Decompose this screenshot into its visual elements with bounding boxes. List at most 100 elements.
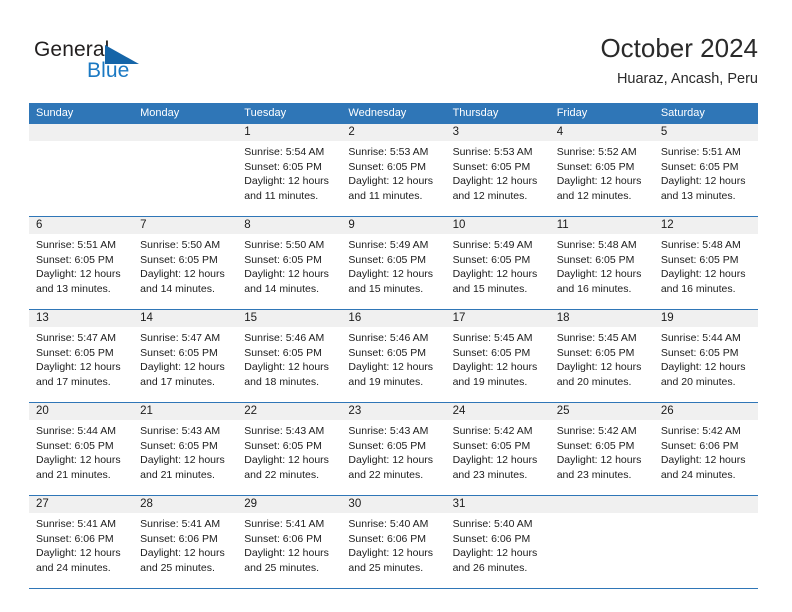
day-detail-line: Sunset: 6:05 PM bbox=[244, 253, 322, 266]
day-detail-line: Sunrise: 5:42 AM bbox=[556, 425, 637, 437]
day-details: Sunrise: 5:50 AM Sunset: 6:05 PM Daylight:… bbox=[133, 234, 237, 296]
calendar-day-cell[interactable]: 10 Sunrise: 5:49 AM Sunset: 6:05 PM Dayligh… bbox=[445, 216, 550, 310]
weekday-header-thursday: Thursday bbox=[445, 103, 550, 124]
day-number: 8 bbox=[237, 217, 342, 234]
calendar-day-cell[interactable]: 24 Sunrise: 5:42 AM Sunset: 6:05 PM Dayligh… bbox=[445, 402, 550, 496]
calendar-day-cell[interactable]: 18 Sunrise: 5:45 AM Sunset: 6:05 PM Dayligh… bbox=[549, 309, 654, 403]
calendar-day-cell[interactable]: 8 Sunrise: 5:50 AM Sunset: 6:05 PM Daylight… bbox=[237, 216, 342, 310]
day-detail-line: Sunset: 6:05 PM bbox=[556, 346, 635, 359]
day-detail-line: and 19 minutes. bbox=[452, 375, 528, 388]
day-number: 20 bbox=[29, 403, 134, 420]
day-detail-line: Sunrise: 5:42 AM bbox=[660, 425, 741, 437]
day-details: Sunrise: 5:46 AM Sunset: 6:05 PM Daylight:… bbox=[341, 327, 445, 389]
calendar-day-cell[interactable]: 27 Sunrise: 5:41 AM Sunset: 6:06 PM Dayligh… bbox=[29, 495, 134, 589]
calendar-day-cell[interactable]: 9 Sunrise: 5:49 AM Sunset: 6:05 PM Daylight… bbox=[341, 216, 446, 310]
day-details: Sunrise: 5:41 AM Sunset: 6:06 PM Daylight:… bbox=[237, 513, 341, 575]
day-details: Sunrise: 5:48 AM Sunset: 6:05 PM Daylight:… bbox=[550, 234, 654, 296]
calendar-day-cell[interactable]: 19 Sunrise: 5:44 AM Sunset: 6:05 PM Dayligh… bbox=[653, 309, 758, 403]
day-detail-line: Daylight: 12 hours bbox=[452, 361, 538, 374]
day-detail-line: and 16 minutes. bbox=[556, 282, 632, 295]
calendar-week-row: 1 Sunrise: 5:54 AM Sunset: 6:05 PM Daylight… bbox=[29, 124, 758, 217]
day-detail-line: Sunset: 6:05 PM bbox=[140, 439, 218, 452]
day-detail-line: Sunset: 6:05 PM bbox=[660, 346, 739, 359]
day-detail-line: Daylight: 12 hours bbox=[556, 361, 642, 374]
calendar-day-cell-empty bbox=[133, 124, 238, 217]
calendar-day-cell[interactable]: 6 Sunrise: 5:51 AM Sunset: 6:05 PM Daylight… bbox=[29, 216, 134, 310]
calendar-day-cell[interactable]: 28 Sunrise: 5:41 AM Sunset: 6:06 PM Dayligh… bbox=[133, 495, 238, 589]
day-details: Sunrise: 5:45 AM Sunset: 6:05 PM Daylight:… bbox=[550, 327, 654, 389]
calendar-day-cell[interactable]: 29 Sunrise: 5:41 AM Sunset: 6:06 PM Dayligh… bbox=[237, 495, 342, 589]
day-detail-line: Sunset: 6:05 PM bbox=[348, 439, 427, 452]
day-detail-line: and 22 minutes. bbox=[244, 468, 319, 481]
calendar-day-cell[interactable]: 11 Sunrise: 5:48 AM Sunset: 6:05 PM Dayligh… bbox=[549, 216, 654, 310]
day-detail-line: Sunrise: 5:42 AM bbox=[452, 425, 533, 437]
day-number: 12 bbox=[653, 217, 758, 234]
day-detail-line: Daylight: 12 hours bbox=[348, 454, 434, 467]
calendar-day-cell[interactable]: 30 Sunrise: 5:40 AM Sunset: 6:06 PM Dayligh… bbox=[341, 495, 446, 589]
day-details: Sunrise: 5:40 AM Sunset: 6:06 PM Daylight:… bbox=[341, 513, 445, 575]
calendar-day-cell[interactable]: 17 Sunrise: 5:45 AM Sunset: 6:05 PM Dayligh… bbox=[445, 309, 550, 403]
day-details: Sunrise: 5:52 AM Sunset: 6:05 PM Daylight:… bbox=[550, 141, 654, 203]
day-detail-line: and 24 minutes. bbox=[660, 468, 736, 481]
day-details: Sunrise: 5:41 AM Sunset: 6:06 PM Daylight:… bbox=[133, 513, 237, 575]
calendar-day-cell[interactable]: 22 Sunrise: 5:43 AM Sunset: 6:05 PM Dayligh… bbox=[237, 402, 342, 496]
calendar-day-cell[interactable]: 4 Sunrise: 5:52 AM Sunset: 6:05 PM Daylight… bbox=[549, 124, 654, 217]
calendar-day-cell[interactable]: 14 Sunrise: 5:47 AM Sunset: 6:05 PM Dayligh… bbox=[133, 309, 238, 403]
day-detail-line: Daylight: 12 hours bbox=[452, 547, 538, 560]
calendar-day-cell[interactable]: 25 Sunrise: 5:42 AM Sunset: 6:05 PM Dayligh… bbox=[549, 402, 654, 496]
calendar-day-cell[interactable]: 2 Sunrise: 5:53 AM Sunset: 6:05 PM Daylight… bbox=[341, 124, 446, 217]
day-number bbox=[653, 496, 758, 513]
day-details: Sunrise: 5:42 AM Sunset: 6:06 PM Daylight:… bbox=[654, 420, 758, 482]
day-details: Sunrise: 5:51 AM Sunset: 6:05 PM Daylight:… bbox=[654, 141, 758, 203]
day-detail-line: Sunset: 6:05 PM bbox=[348, 253, 427, 266]
day-detail-line: Daylight: 12 hours bbox=[660, 361, 746, 374]
day-details: Sunrise: 5:40 AM Sunset: 6:06 PM Daylight:… bbox=[446, 513, 550, 575]
day-number: 23 bbox=[341, 403, 446, 420]
day-detail-line: Sunrise: 5:40 AM bbox=[452, 518, 533, 530]
calendar-day-cell[interactable]: 7 Sunrise: 5:50 AM Sunset: 6:05 PM Daylight… bbox=[133, 216, 238, 310]
day-detail-line: Sunrise: 5:51 AM bbox=[36, 239, 116, 251]
day-detail-line: Daylight: 12 hours bbox=[36, 454, 121, 467]
day-detail-line: Sunrise: 5:43 AM bbox=[140, 425, 221, 437]
calendar-week-row: 13 Sunrise: 5:47 AM Sunset: 6:05 PM Dayligh… bbox=[29, 309, 758, 403]
day-number: 25 bbox=[549, 403, 654, 420]
day-detail-line: Daylight: 12 hours bbox=[244, 175, 329, 188]
calendar-day-cell[interactable]: 12 Sunrise: 5:48 AM Sunset: 6:05 PM Dayligh… bbox=[653, 216, 758, 310]
day-detail-line: Daylight: 12 hours bbox=[660, 268, 746, 281]
day-detail-line: Sunrise: 5:47 AM bbox=[140, 332, 221, 344]
day-detail-line: Sunset: 6:05 PM bbox=[140, 253, 218, 266]
calendar-day-cell[interactable]: 5 Sunrise: 5:51 AM Sunset: 6:05 PM Daylight… bbox=[653, 124, 758, 217]
day-details: Sunrise: 5:53 AM Sunset: 6:05 PM Daylight:… bbox=[341, 141, 445, 203]
calendar-day-cell[interactable]: 31 Sunrise: 5:40 AM Sunset: 6:06 PM Dayligh… bbox=[445, 495, 550, 589]
day-detail-line: Sunset: 6:05 PM bbox=[556, 253, 635, 266]
day-detail-line: and 14 minutes. bbox=[140, 282, 215, 295]
day-detail-line: Sunset: 6:05 PM bbox=[244, 346, 322, 359]
day-details: Sunrise: 5:50 AM Sunset: 6:05 PM Daylight:… bbox=[237, 234, 341, 296]
day-number: 7 bbox=[133, 217, 238, 234]
day-detail-line: Sunset: 6:05 PM bbox=[556, 439, 635, 452]
day-details: Sunrise: 5:49 AM Sunset: 6:05 PM Daylight:… bbox=[446, 234, 550, 296]
day-detail-line: and 15 minutes. bbox=[348, 282, 424, 295]
day-detail-line: Daylight: 12 hours bbox=[348, 175, 434, 188]
day-detail-line: and 15 minutes. bbox=[452, 282, 528, 295]
day-detail-line: Sunrise: 5:49 AM bbox=[348, 239, 429, 251]
calendar-day-cell[interactable]: 15 Sunrise: 5:46 AM Sunset: 6:05 PM Dayligh… bbox=[237, 309, 342, 403]
calendar-day-cell[interactable]: 16 Sunrise: 5:46 AM Sunset: 6:05 PM Dayligh… bbox=[341, 309, 446, 403]
calendar-day-cell[interactable]: 21 Sunrise: 5:43 AM Sunset: 6:05 PM Dayligh… bbox=[133, 402, 238, 496]
day-detail-line: Sunrise: 5:41 AM bbox=[36, 518, 116, 530]
day-detail-line: and 14 minutes. bbox=[244, 282, 319, 295]
calendar-day-cell[interactable]: 3 Sunrise: 5:53 AM Sunset: 6:05 PM Daylight… bbox=[445, 124, 550, 217]
calendar-day-cell[interactable]: 1 Sunrise: 5:54 AM Sunset: 6:05 PM Daylight… bbox=[237, 124, 342, 217]
day-detail-line: Sunrise: 5:54 AM bbox=[244, 146, 325, 158]
calendar-day-cell[interactable]: 26 Sunrise: 5:42 AM Sunset: 6:06 PM Dayligh… bbox=[653, 402, 758, 496]
day-detail-line: and 20 minutes. bbox=[660, 375, 736, 388]
day-detail-line: Sunset: 6:05 PM bbox=[244, 160, 322, 173]
calendar-day-cell[interactable]: 23 Sunrise: 5:43 AM Sunset: 6:05 PM Dayligh… bbox=[341, 402, 446, 496]
day-detail-line: Sunset: 6:05 PM bbox=[556, 160, 635, 173]
brand-logo[interactable]: General Blue bbox=[34, 38, 214, 88]
weekday-header-tuesday: Tuesday bbox=[237, 103, 342, 124]
day-detail-line: Daylight: 12 hours bbox=[348, 268, 434, 281]
calendar-day-cell[interactable]: 20 Sunrise: 5:44 AM Sunset: 6:05 PM Dayligh… bbox=[29, 402, 134, 496]
day-detail-line: Daylight: 12 hours bbox=[660, 454, 746, 467]
calendar-day-cell[interactable]: 13 Sunrise: 5:47 AM Sunset: 6:05 PM Dayligh… bbox=[29, 309, 134, 403]
